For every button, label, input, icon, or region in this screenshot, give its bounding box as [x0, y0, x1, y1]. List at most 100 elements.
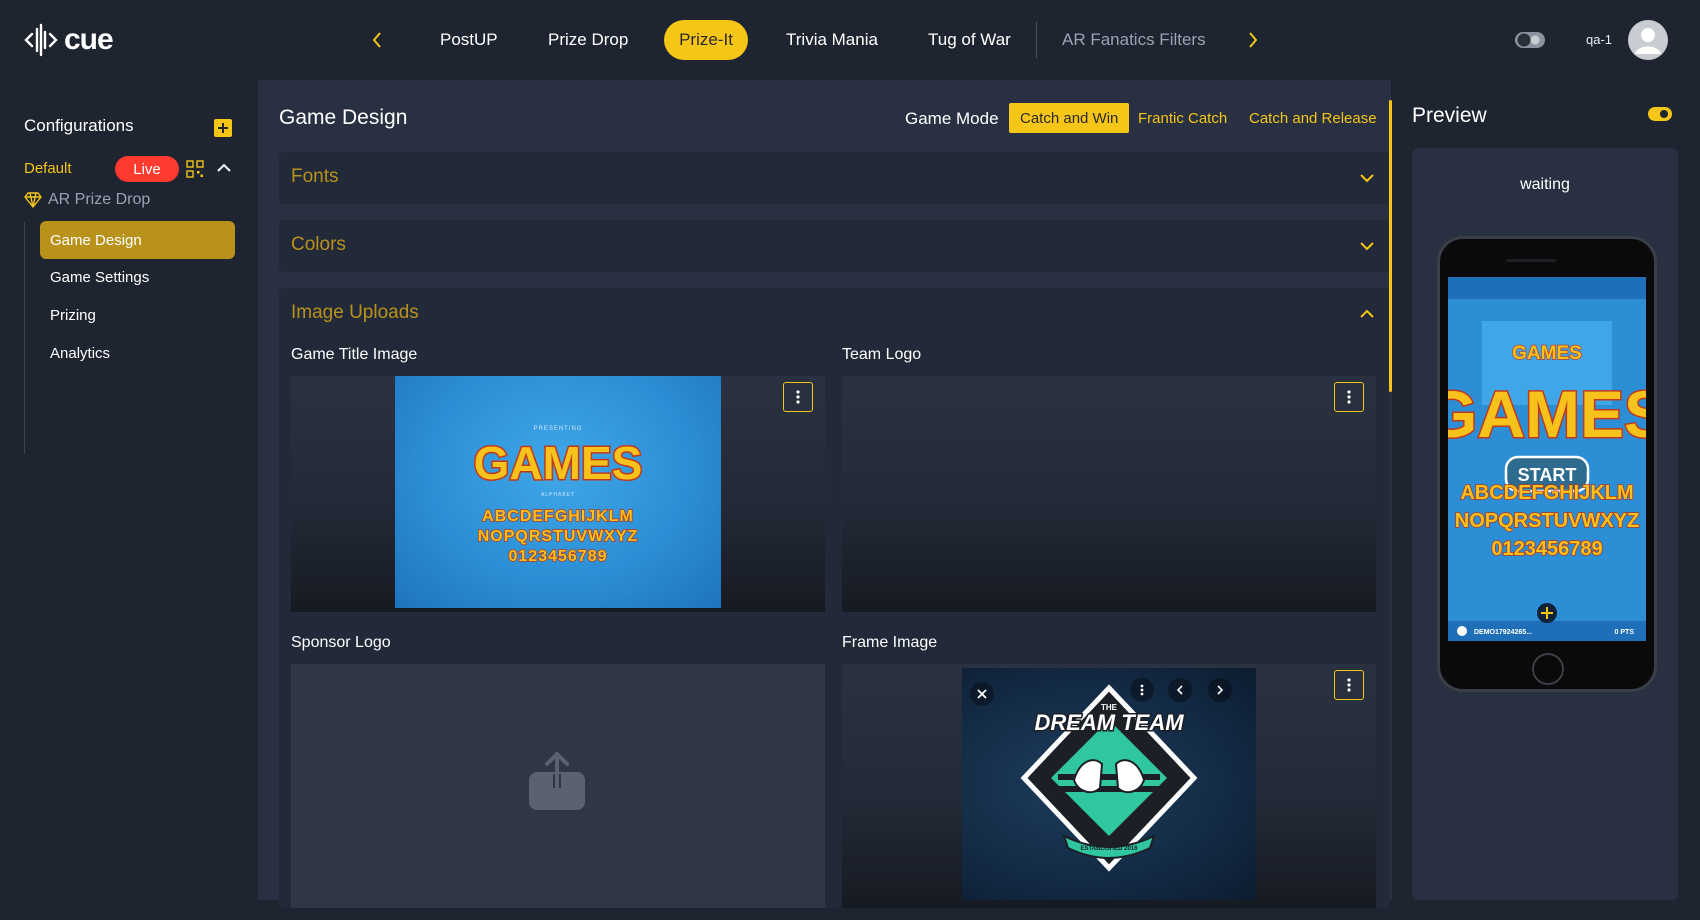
mode-catch-and-win[interactable]: Catch and Win — [1009, 103, 1130, 133]
fonts-section[interactable]: Fonts — [279, 152, 1389, 204]
chevron-up-icon[interactable] — [1359, 308, 1375, 320]
nav-prev-arrow[interactable] — [367, 28, 387, 52]
user-name: qa-1 — [1586, 32, 1613, 47]
avatar[interactable] — [1628, 20, 1668, 60]
preview-games-big: GAMES — [1448, 377, 1646, 451]
sidebar-item-prizing[interactable]: Prizing — [40, 296, 235, 334]
phone-screen: GAMES GAMES START ABCDEFGHIJKLM NOPQRSTU… — [1448, 277, 1646, 641]
art-alphabet-row-1: ABCDEFGHIJKLM — [482, 508, 634, 525]
mode-frantic-catch[interactable]: Frantic Catch — [1127, 103, 1238, 133]
team-logo-label: Team Logo — [842, 346, 922, 363]
add-configuration-button[interactable] — [214, 119, 232, 137]
more-vertical-icon — [796, 390, 800, 404]
experience-label: AR Prize Drop — [48, 191, 151, 208]
dream-team-image: THE DREAM TEAM ESTABLISHED 2016 — [962, 668, 1256, 900]
preview-game-screen: GAMES GAMES START ABCDEFGHIJKLM NOPQRSTU… — [1448, 277, 1646, 641]
preview-alphabet-row-2: NOPQRSTUVWXYZ — [1455, 510, 1639, 532]
close-icon — [977, 689, 987, 699]
sponsor-logo-upload-slot[interactable] — [291, 664, 825, 908]
preview-card: waiting GAMES GAMES START ABCDEFGHIJKLM … — [1412, 148, 1678, 900]
preview-alphabet-row: ABCDEFGHIJKLM — [1460, 482, 1633, 504]
page-title: Game Design — [279, 106, 408, 129]
mode-catch-and-release[interactable]: Catch and Release — [1238, 103, 1388, 133]
image-uploads-section: Image Uploads Game Title Image PRESENTIN… — [279, 288, 1389, 908]
nav-divider — [1036, 22, 1037, 58]
frame-next-button[interactable] — [1208, 678, 1232, 702]
phone-home-button — [1532, 653, 1564, 685]
preview-footer-id: DEMO17924265... — [1474, 629, 1532, 636]
frame-image-slot[interactable]: THE DREAM TEAM ESTABLISHED 2016 — [842, 664, 1376, 908]
chevron-right-icon — [1249, 32, 1258, 48]
remove-image-button[interactable] — [970, 682, 994, 706]
qr-code-icon[interactable] — [186, 160, 204, 178]
experience-ar-prize-drop[interactable]: AR Prize Drop — [24, 191, 150, 209]
preview-digits-row: 0123456789 — [1491, 538, 1602, 560]
frame-prev-button[interactable] — [1168, 678, 1192, 702]
preview-games-title: GAMES — [1512, 343, 1582, 364]
plus-icon — [218, 123, 228, 133]
soundwave-icon — [24, 23, 58, 57]
phone-mockup: GAMES GAMES START ABCDEFGHIJKLM NOPQRSTU… — [1437, 236, 1657, 692]
chevron-up-icon[interactable] — [216, 162, 232, 174]
section-title: Fonts — [291, 166, 339, 187]
games-title-image: PRESENTING GAMES ALPHABET ABCDEFGHIJKLM … — [395, 376, 721, 608]
sidebar-item-analytics[interactable]: Analytics — [40, 334, 235, 372]
more-vertical-icon — [1347, 678, 1351, 692]
dream-team-graphic: THE DREAM TEAM ESTABLISHED 2016 — [1020, 684, 1198, 872]
art-digits-row: 0123456789 — [509, 548, 608, 565]
image-options-button[interactable] — [1334, 670, 1364, 700]
theme-toggle-icon[interactable] — [1514, 29, 1546, 51]
section-title[interactable]: Image Uploads — [291, 302, 419, 324]
image-options-button[interactable] — [1334, 382, 1364, 412]
section-title: Colors — [291, 234, 346, 255]
main-panel: Game Design Game Mode Catch and Win Fran… — [258, 80, 1392, 908]
default-config-label[interactable]: Default — [24, 160, 72, 177]
game-title-image-label: Game Title Image — [291, 346, 418, 363]
chevron-down-icon[interactable] — [1359, 172, 1375, 184]
frame-image-label: Frame Image — [842, 634, 938, 651]
chevron-left-icon — [372, 32, 381, 48]
sidebar-item-game-settings[interactable]: Game Settings — [40, 258, 235, 296]
live-badge: Live — [115, 156, 179, 182]
user-icon — [1635, 28, 1661, 54]
colors-section[interactable]: Colors — [279, 220, 1389, 272]
chevron-right-icon — [1217, 685, 1224, 695]
tab-ar-fanatics-filters[interactable]: AR Fanatics Filters — [1048, 20, 1220, 60]
cue-logo[interactable]: cue — [24, 22, 114, 58]
preview-title: Preview — [1412, 104, 1487, 127]
diamond-icon — [24, 192, 42, 208]
game-title-image-slot[interactable]: PRESENTING GAMES ALPHABET ABCDEFGHIJKLM … — [291, 376, 825, 612]
sidebar-item-game-design[interactable]: Game Design — [40, 221, 235, 259]
tab-tug-of-war[interactable]: Tug of War — [914, 20, 1025, 60]
tree-line — [24, 222, 25, 454]
art-ribbon-text: ESTABLISHED 2016 — [1081, 846, 1139, 852]
tab-postup[interactable]: PostUP — [426, 20, 512, 60]
tab-prize-drop[interactable]: Prize Drop — [534, 20, 642, 60]
frame-more-button[interactable] — [1130, 678, 1154, 702]
games-title-graphic: PRESENTING GAMES ALPHABET ABCDEFGHIJKLM … — [472, 426, 644, 566]
more-vertical-icon — [1140, 684, 1144, 696]
logo-wordmark: cue — [64, 23, 114, 56]
art-presenting: PRESENTING — [533, 426, 582, 432]
art-games-title: GAMES — [474, 437, 643, 489]
image-options-button[interactable] — [783, 382, 813, 412]
tab-trivia-mania[interactable]: Trivia Mania — [772, 20, 892, 60]
art-dream-team-title: DREAM TEAM — [1034, 710, 1184, 735]
art-alphabet-label: ALPHABET — [541, 492, 575, 498]
preview-toggle[interactable] — [1648, 107, 1672, 121]
team-logo-slot[interactable] — [842, 376, 1376, 612]
sponsor-logo-label: Sponsor Logo — [291, 634, 391, 651]
upload-icon[interactable] — [529, 750, 585, 810]
configurations-title: Configurations — [24, 116, 134, 135]
top-bar: cue PostUP Prize Drop Prize-It Trivia Ma… — [0, 0, 1700, 80]
preview-footer-pts: 0 PTS — [1615, 629, 1635, 636]
nav-next-arrow[interactable] — [1243, 28, 1263, 52]
chevron-left-icon — [1176, 685, 1183, 695]
game-mode-label: Game Mode — [905, 109, 999, 128]
sidebar: Configurations Default Live AR Prize Dro… — [0, 80, 258, 920]
tab-prize-it[interactable]: Prize-It — [664, 20, 748, 60]
art-alphabet-row-2: NOPQRSTUVWXYZ — [478, 528, 639, 545]
chevron-down-icon[interactable] — [1359, 240, 1375, 252]
more-vertical-icon — [1347, 390, 1351, 404]
scrollbar-thumb[interactable] — [1389, 100, 1392, 392]
